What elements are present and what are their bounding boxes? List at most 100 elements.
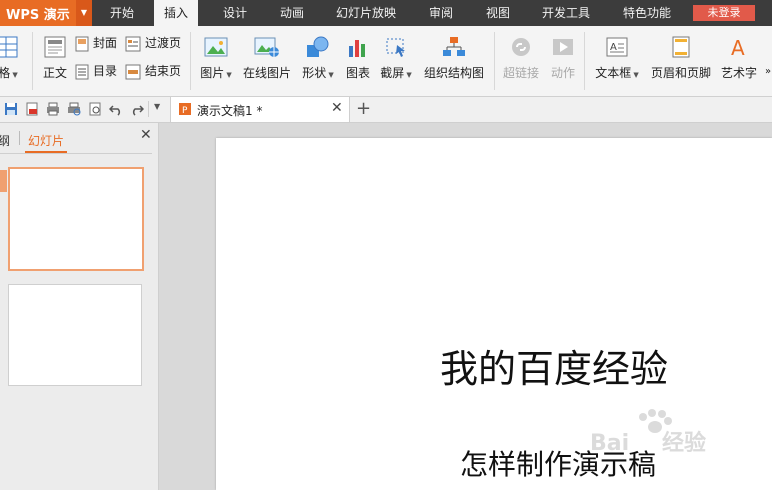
hyperlink-icon: [512, 38, 530, 56]
org-chart-label: 组织结构图: [423, 66, 484, 80]
body-text-button[interactable]: 正文: [40, 36, 70, 81]
toc-icon: [75, 64, 89, 79]
action-icon: [553, 39, 573, 55]
transition-page-icon: [125, 36, 141, 51]
print-icon[interactable]: [46, 102, 60, 116]
redo-icon[interactable]: [130, 102, 144, 116]
new-tab-icon[interactable]: +: [356, 98, 371, 120]
screenshot-label: 截屏: [380, 66, 405, 80]
cover-label: 封面: [93, 36, 118, 50]
picture-label: 图片: [200, 66, 225, 80]
customize-toolbar-dropdown-icon[interactable]: ▼: [154, 102, 160, 111]
document-tab-title: 演示文稿1 *: [197, 104, 263, 118]
org-chart-icon: [443, 37, 465, 56]
action-label: 动作: [550, 66, 575, 80]
print-preview-icon[interactable]: [67, 102, 81, 116]
svg-text:经验: 经验: [662, 430, 706, 456]
transition-page-button[interactable]: 过渡页: [125, 35, 181, 52]
chart-label: 图表: [345, 66, 370, 80]
active-tab-indicator: [25, 151, 67, 153]
slide-thumbnail-2[interactable]: [8, 284, 142, 386]
svg-text:A: A: [731, 36, 745, 58]
toc-button[interactable]: 目录: [75, 63, 117, 80]
screenshot-button[interactable]: 截屏 ▼: [378, 36, 414, 81]
menu-animation[interactable]: 动画: [280, 0, 304, 26]
app-name: WPS 演示: [6, 8, 70, 23]
transition-page-label: 过渡页: [145, 36, 182, 50]
separator: [584, 32, 585, 90]
screenshot-icon: [386, 38, 405, 57]
end-page-label: 结束页: [145, 64, 182, 78]
shapes-icon: [307, 36, 329, 57]
shapes-label: 形状: [302, 66, 327, 80]
presentation-file-icon: P: [179, 103, 191, 116]
separator: [32, 32, 33, 90]
save-icon[interactable]: [4, 102, 18, 116]
tab-slides[interactable]: 幻灯片: [28, 132, 64, 149]
picture-button[interactable]: 图片 ▼: [198, 36, 234, 81]
chart-button[interactable]: 图表: [344, 36, 372, 81]
login-button[interactable]: 未登录: [693, 5, 755, 21]
hyperlink-button[interactable]: 超链接: [502, 36, 540, 81]
online-picture-label: 在线图片: [242, 66, 291, 80]
table-button[interactable]: 格 ▼: [0, 36, 22, 81]
tab-document[interactable]: P 演示文稿1 * ✕: [170, 97, 350, 122]
end-page-button[interactable]: 结束页: [125, 63, 181, 80]
textbox-label: 文本框: [595, 66, 632, 80]
cover-button[interactable]: 封面: [75, 35, 117, 52]
menu-bar: WPS 演示 ▼ 开始 插入 设计 动画 幻灯片放映 审阅 视图 开发工具 特色…: [0, 0, 772, 26]
preview-icon[interactable]: [88, 102, 102, 116]
baidu-watermark-logo: Bai 经验: [590, 409, 706, 456]
picture-icon: [204, 37, 228, 57]
online-picture-icon: [254, 37, 279, 57]
slides-pane: 纲 幻灯片 ✕: [0, 123, 159, 490]
separator: [190, 32, 191, 90]
online-picture-button[interactable]: 在线图片: [242, 36, 292, 81]
header-footer-button[interactable]: 页眉和页脚: [650, 36, 712, 81]
wordart-button[interactable]: A 艺术字: [720, 36, 758, 81]
org-chart-button[interactable]: 组织结构图: [422, 36, 486, 81]
textbox-icon: A: [606, 37, 628, 57]
body-text-icon: [44, 36, 66, 58]
menu-developer[interactable]: 开发工具: [542, 0, 590, 26]
menu-features[interactable]: 特色功能: [623, 0, 671, 26]
svg-text:A: A: [610, 42, 617, 53]
close-icon[interactable]: ✕: [140, 127, 152, 143]
toc-label: 目录: [93, 64, 118, 78]
wordart-icon: A: [731, 36, 745, 58]
table-label: 格: [0, 66, 11, 80]
header-footer-label: 页眉和页脚: [650, 66, 711, 80]
menu-review[interactable]: 审阅: [429, 0, 453, 26]
slide-title[interactable]: 我的百度经验: [440, 338, 668, 393]
end-page-icon: [125, 64, 141, 79]
svg-text:P: P: [182, 106, 188, 116]
menu-start[interactable]: 开始: [110, 0, 134, 26]
svg-text:Bai: Bai: [590, 431, 629, 456]
selected-slide-marker: [0, 170, 7, 192]
menu-design[interactable]: 设计: [223, 0, 247, 26]
close-icon[interactable]: ✕: [331, 100, 343, 116]
quick-access-toolbar: ▼: [0, 97, 772, 123]
textbox-button[interactable]: A 文本框 ▼: [594, 36, 640, 81]
ribbon-insert: 格 ▼ 正文 封面 目录 过渡页 结束页 图片 ▼ 在线图片 形状 ▼ 图表 截屏 ▼ …: [0, 26, 772, 97]
menu-slideshow[interactable]: 幻灯片放映: [336, 0, 396, 26]
body-text-label: 正文: [42, 66, 67, 80]
action-button[interactable]: 动作: [548, 36, 578, 81]
table-icon: [0, 36, 18, 58]
wordart-label: 艺术字: [720, 66, 757, 80]
slide-thumbnail-1[interactable]: [8, 167, 144, 271]
divider: [0, 153, 152, 154]
ribbon-more-icon[interactable]: »: [764, 66, 772, 77]
undo-icon[interactable]: [109, 102, 123, 116]
hyperlink-label: 超链接: [502, 66, 539, 80]
app-menu-button[interactable]: WPS 演示 ▼: [0, 0, 92, 26]
app-menu-dropdown-icon[interactable]: ▼: [76, 0, 92, 26]
chart-icon: [349, 40, 365, 57]
tab-outline[interactable]: 纲: [0, 132, 10, 149]
cover-icon: [75, 36, 89, 51]
menu-insert[interactable]: 插入: [154, 0, 198, 26]
header-footer-icon: [672, 36, 690, 58]
export-pdf-icon[interactable]: [25, 102, 39, 116]
shapes-button[interactable]: 形状 ▼: [300, 36, 336, 81]
menu-view[interactable]: 视图: [486, 0, 510, 26]
